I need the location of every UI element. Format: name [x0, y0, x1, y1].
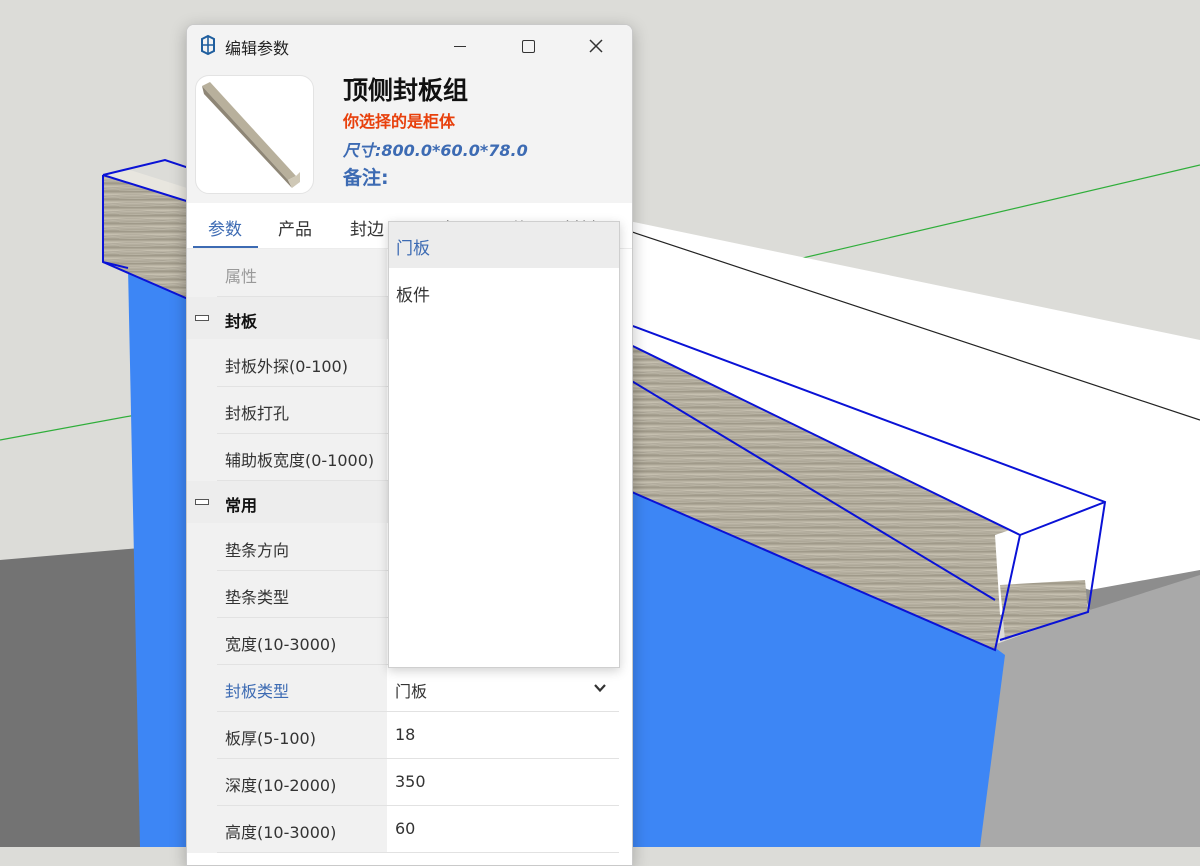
maximize-button[interactable] [505, 25, 551, 67]
dropdown-option[interactable]: 板件 [389, 269, 619, 315]
size-text: 尺寸:800.0*60.0*78.0 [343, 141, 528, 160]
property-label: 宽度(10-3000) [225, 635, 337, 654]
property-label: 辅助板宽度(0-1000) [225, 451, 375, 470]
maximize-icon [521, 39, 535, 53]
property-value[interactable]: 60 [395, 819, 415, 838]
select-value: 门板 [395, 682, 428, 701]
collapse-icon[interactable] [195, 499, 209, 505]
product-thumbnail [195, 75, 314, 194]
panel-type-select[interactable]: 门板 [387, 665, 619, 712]
product-title: 顶侧封板组 [343, 76, 469, 105]
property-row[interactable]: 板厚(5-100) 18 [187, 712, 619, 759]
tab-parameters[interactable]: 参数 [208, 215, 242, 240]
property-row[interactable]: 深度(10-2000) 350 [187, 759, 619, 806]
close-button[interactable] [573, 25, 619, 67]
property-value[interactable]: 350 [395, 772, 426, 791]
category-name: 常用 [225, 496, 258, 515]
property-value[interactable]: 18 [395, 725, 415, 744]
property-label: 垫条类型 [225, 588, 290, 607]
minimize-icon [454, 45, 466, 47]
category-name: 封板 [225, 312, 258, 331]
panel-type-dropdown-list[interactable]: 门板 板件 [388, 221, 620, 668]
sketchup-icon [201, 34, 215, 56]
property-label: 封板打孔 [225, 404, 290, 423]
property-row[interactable]: 高度(10-3000) 60 [187, 806, 619, 853]
close-icon [589, 39, 603, 53]
minimize-button[interactable] [437, 25, 483, 67]
property-label: 板厚(5-100) [225, 729, 316, 748]
dropdown-option[interactable]: 门板 [389, 222, 619, 268]
selection-text: 你选择的是柜体 [343, 112, 456, 131]
tab-edge-banding[interactable]: 封边 [350, 215, 384, 240]
property-label: 封板类型 [225, 682, 290, 701]
property-label: 高度(10-3000) [225, 823, 337, 842]
property-header-label: 属性 [225, 267, 258, 286]
collapse-icon[interactable] [195, 315, 209, 321]
window-title: 编辑参数 [225, 39, 290, 58]
title-bar[interactable]: 编辑参数 [187, 25, 632, 67]
note-label: 备注: [343, 167, 389, 189]
property-label: 封板外探(0-100) [225, 357, 348, 376]
property-label: 垫条方向 [225, 541, 290, 560]
tab-product[interactable]: 产品 [278, 215, 312, 240]
property-row-selected[interactable]: 封板类型 门板 [187, 665, 619, 712]
chevron-down-icon[interactable] [593, 681, 607, 695]
edit-parameters-dialog: 编辑参数 顶侧封板组 你选择的是柜体 尺寸:800.0*60.0*78.0 备注… [186, 24, 633, 866]
property-label: 深度(10-2000) [225, 776, 337, 795]
